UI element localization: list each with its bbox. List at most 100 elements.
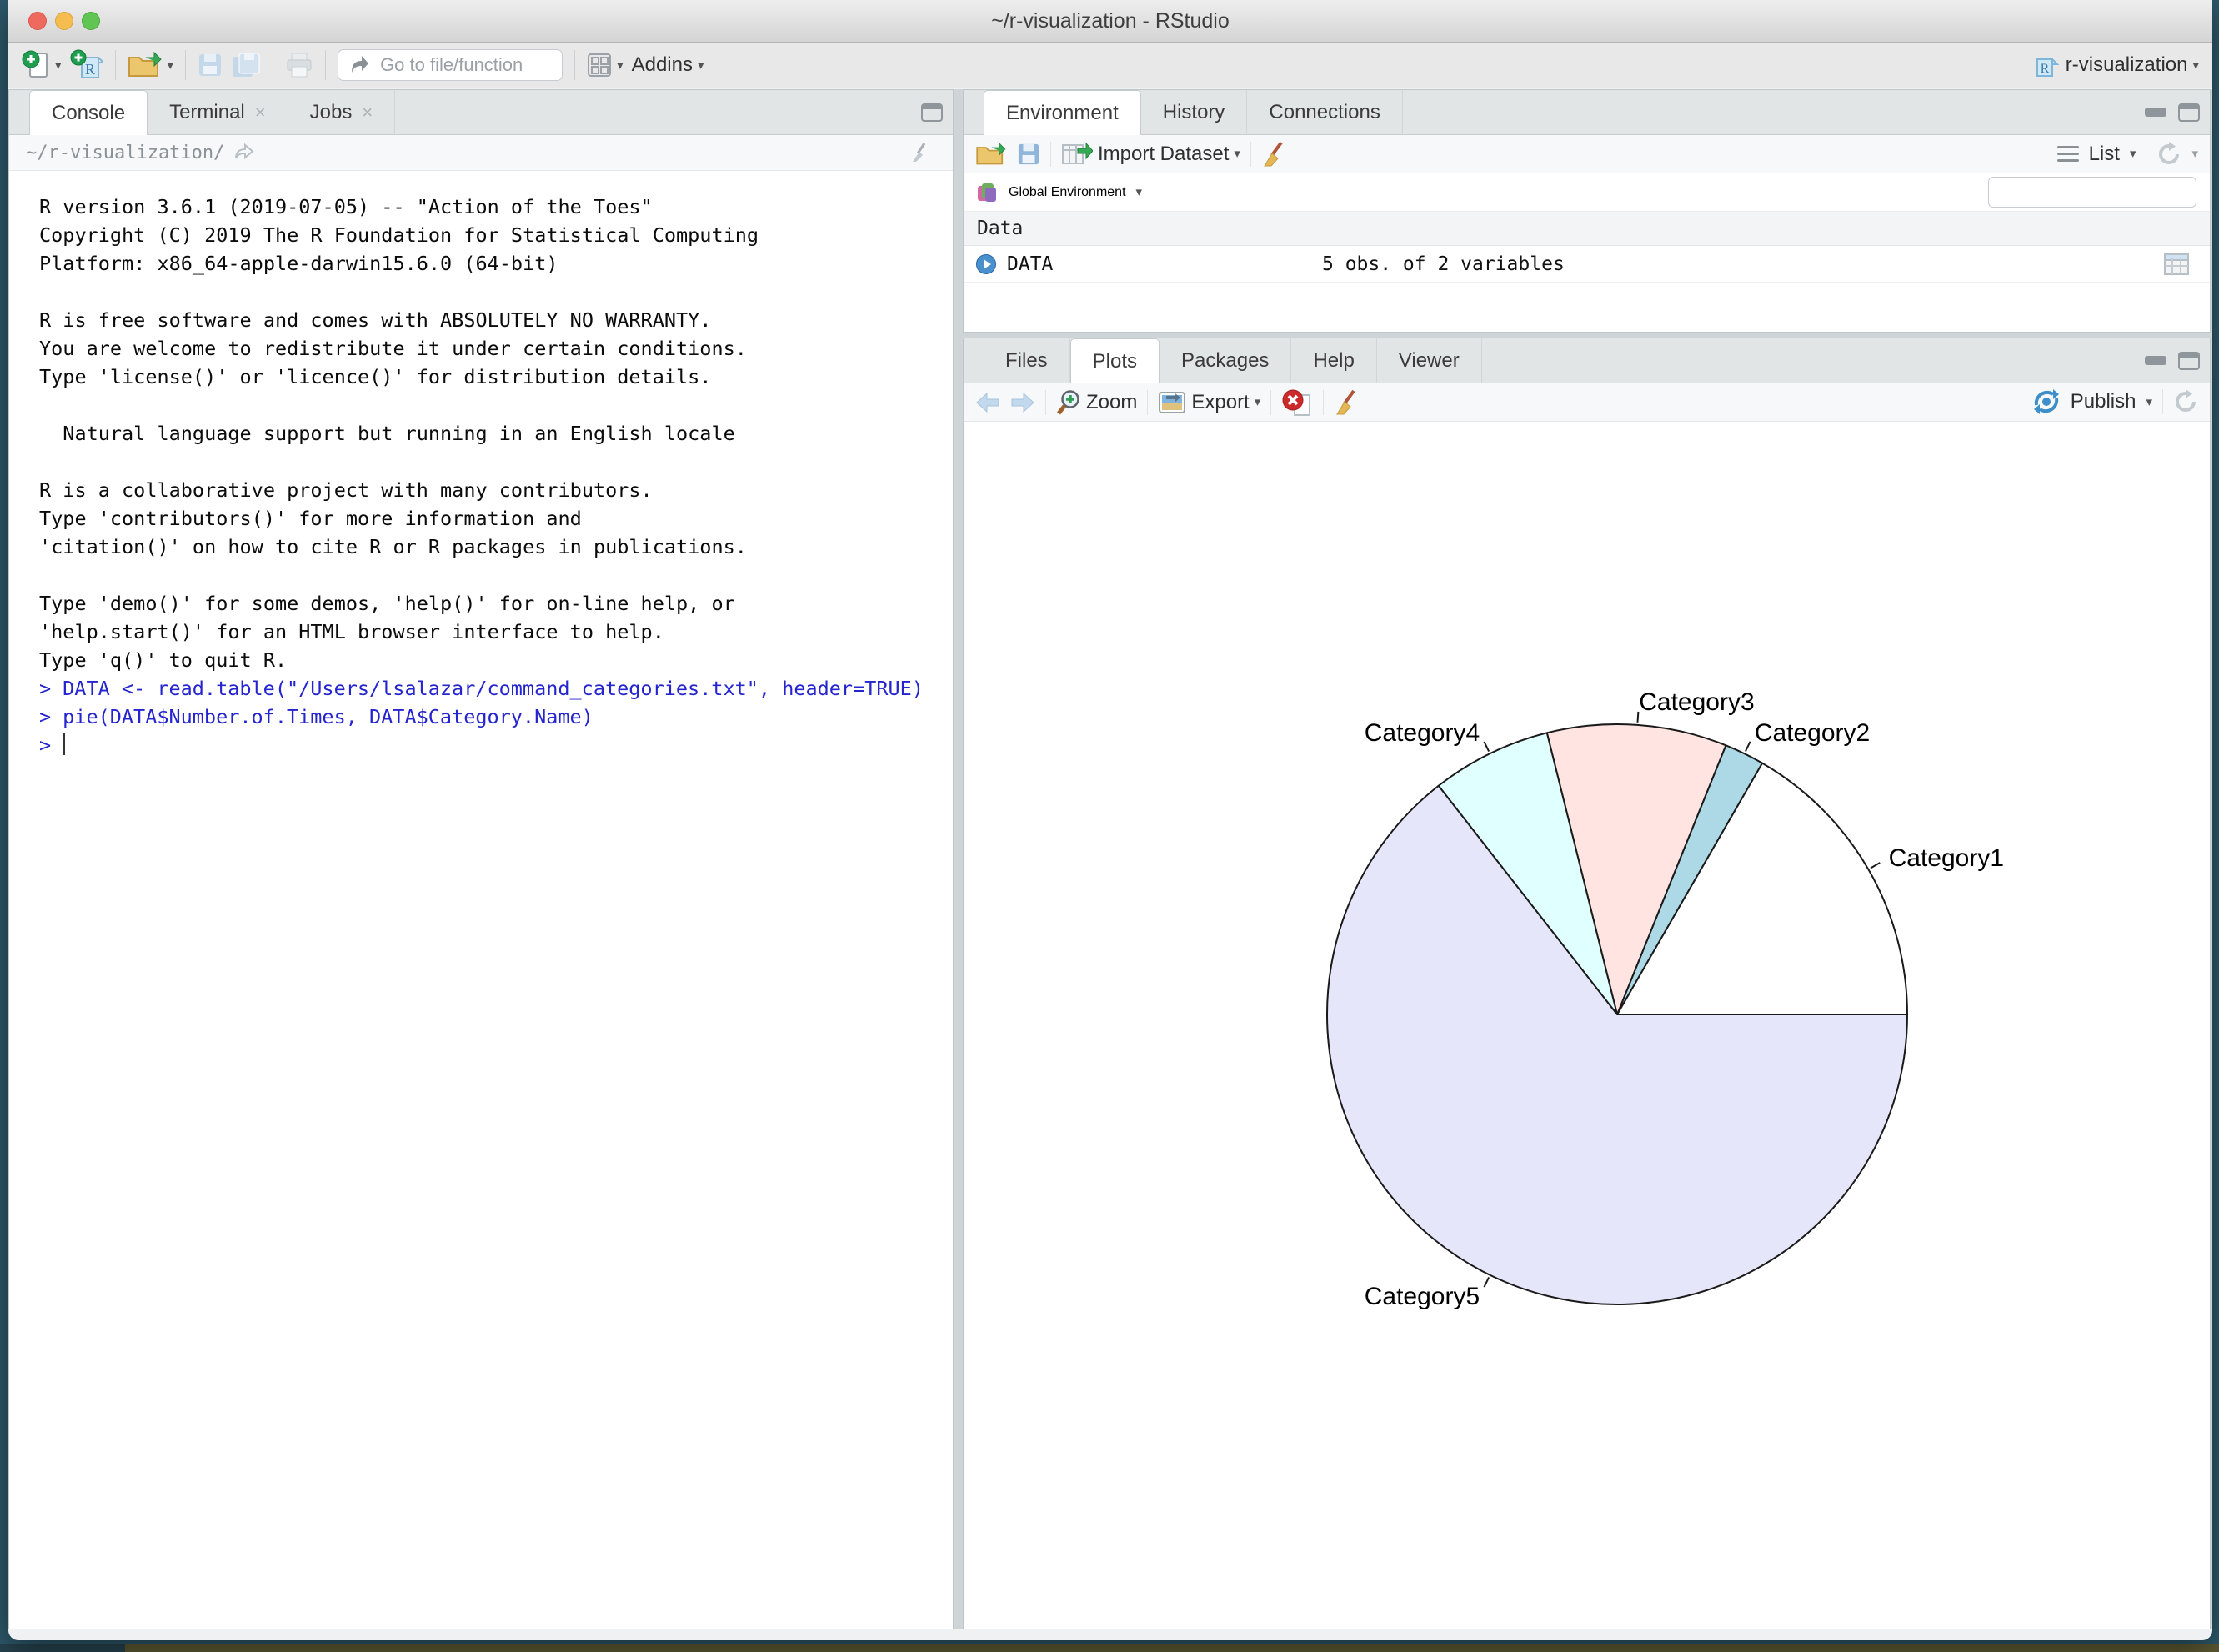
print-button[interactable] [285,52,313,78]
next-plot-icon[interactable] [1010,392,1035,413]
project-menu-button[interactable]: R r-visualization ▾ [2032,51,2199,79]
remove-plot-icon [1281,388,1313,417]
goto-arrow-icon [348,54,370,76]
console-prompt-line[interactable]: > [39,731,953,759]
environment-scope-label[interactable]: Global Environment [1009,185,1126,200]
open-folder-icon [128,51,163,79]
svg-text:R: R [85,61,95,78]
print-icon [285,52,313,78]
maximize-pane-icon[interactable] [2178,103,2200,122]
plots-tabstrip: Files Plots Packages Help Viewer [964,338,2210,383]
minimize-pane-icon[interactable] [2145,108,2166,117]
minimize-pane-icon[interactable] [2145,356,2166,365]
toolbar-separator [1045,390,1046,415]
refresh-plot-icon[interactable] [2173,389,2198,414]
maximize-pane-icon[interactable] [921,103,943,122]
tab-jobs[interactable]: Jobs × [288,90,396,134]
pie-label-category3: Category3 [1639,688,1754,716]
tab-packages[interactable]: Packages [1160,338,1291,383]
tab-files-label: Files [1005,349,1048,373]
open-file-button[interactable]: ▾ [128,51,174,79]
addins-button[interactable]: Addins ▾ [632,53,704,77]
list-view-icon [2057,146,2079,162]
view-table-icon[interactable] [2163,253,2190,276]
toolbar-separator [1270,390,1271,415]
environment-search[interactable] [1988,177,2196,208]
tab-environment-label: Environment [1006,102,1119,125]
tab-terminal[interactable]: Terminal × [148,90,288,134]
pie-label-category4: Category4 [1365,719,1480,747]
tab-history-label: History [1163,101,1225,124]
pie-label-tick [1871,863,1880,869]
import-dataset-button[interactable]: Import Dataset ▾ [1061,142,1240,167]
tab-plots[interactable]: Plots [1070,338,1160,383]
maximize-pane-icon[interactable] [2178,352,2200,370]
environment-search-input[interactable] [2004,182,2211,203]
remove-plot-button[interactable] [1281,388,1313,417]
new-project-button[interactable]: R [70,49,103,81]
console-command: >DATA <- read.table("/Users/lsalazar/com… [39,674,953,703]
clear-objects-icon[interactable] [1261,141,1286,168]
tab-console-label: Console [52,102,125,125]
console-output-area[interactable]: R version 3.6.1 (2019-07-05) -- "Action … [9,171,953,759]
tab-viewer-label: Viewer [1399,349,1460,373]
toolbar-separator [325,50,326,80]
zoom-plot-icon [1056,389,1081,416]
data-section-header: Data [964,212,2210,246]
table-row[interactable]: DATA 5 obs. of 2 variables [964,246,2210,283]
refresh-icon[interactable] [2156,142,2181,167]
tab-jobs-label: Jobs [310,101,353,124]
object-name: DATA [1007,253,1053,275]
save-all-button[interactable] [231,52,261,78]
console-command: >pie(DATA$Number.of.Times, DATA$Category… [39,703,953,731]
goto-file-search[interactable] [338,49,563,81]
new-file-icon [22,50,50,80]
tab-files[interactable]: Files [984,338,1070,383]
list-view-label[interactable]: List [2089,143,2120,166]
zoom-plot-button[interactable]: Zoom [1056,389,1137,416]
pie-label-tick [1746,742,1751,752]
goto-file-input[interactable] [378,53,548,77]
clear-console-icon[interactable] [909,142,931,163]
tab-environment[interactable]: Environment [984,90,1141,135]
pane-layout-button[interactable]: ▾ [587,53,624,78]
publish-label[interactable]: Publish [2071,390,2136,413]
working-directory: ~/r-visualization/ [26,143,224,163]
pie-label-tick [1484,1277,1489,1287]
toolbar-separator [1250,142,1251,167]
tab-history[interactable]: History [1141,90,1248,134]
tab-connections[interactable]: Connections [1247,90,1402,134]
save-workspace-icon[interactable] [1017,143,1040,166]
export-plot-label: Export [1191,391,1249,414]
toolbar-separator [2162,389,2163,414]
workbench: Console Terminal × Jobs × ~/r-visu [8,89,2212,1629]
tab-viewer[interactable]: Viewer [1377,338,1482,383]
load-workspace-icon[interactable] [975,142,1007,167]
clear-plots-icon[interactable] [1334,389,1359,416]
addins-label: Addins [632,53,693,77]
close-icon[interactable]: × [362,102,373,123]
export-plot-button[interactable]: Export ▾ [1158,391,1260,414]
open-file-caret-icon: ▾ [168,59,174,72]
publish-caret-icon[interactable]: ▾ [2146,396,2152,408]
tab-help[interactable]: Help [1291,338,1376,383]
project-cube-icon: R [2032,51,2061,79]
close-icon[interactable]: × [255,102,266,123]
tab-help-label: Help [1313,349,1354,373]
expand-object-icon[interactable] [975,253,997,275]
text-cursor [63,733,65,755]
toolbar-separator [185,50,186,80]
refresh-caret-icon[interactable]: ▾ [2191,148,2198,160]
import-dataset-label: Import Dataset [1098,143,1229,166]
previous-plot-icon[interactable] [975,392,1000,413]
addins-caret-icon: ▾ [698,59,704,72]
save-button[interactable] [198,53,223,78]
tab-console[interactable]: Console [29,90,148,135]
environment-pane: Environment History Connections [963,89,2211,333]
project-caret-icon: ▾ [2192,59,2199,72]
environment-scope-caret-icon[interactable]: ▾ [1136,186,1143,198]
view-directory-icon[interactable] [234,143,254,162]
pie-label-category5: Category5 [1365,1283,1480,1310]
new-file-button[interactable]: ▾ [22,50,62,80]
list-view-caret-icon[interactable]: ▾ [2130,148,2136,160]
